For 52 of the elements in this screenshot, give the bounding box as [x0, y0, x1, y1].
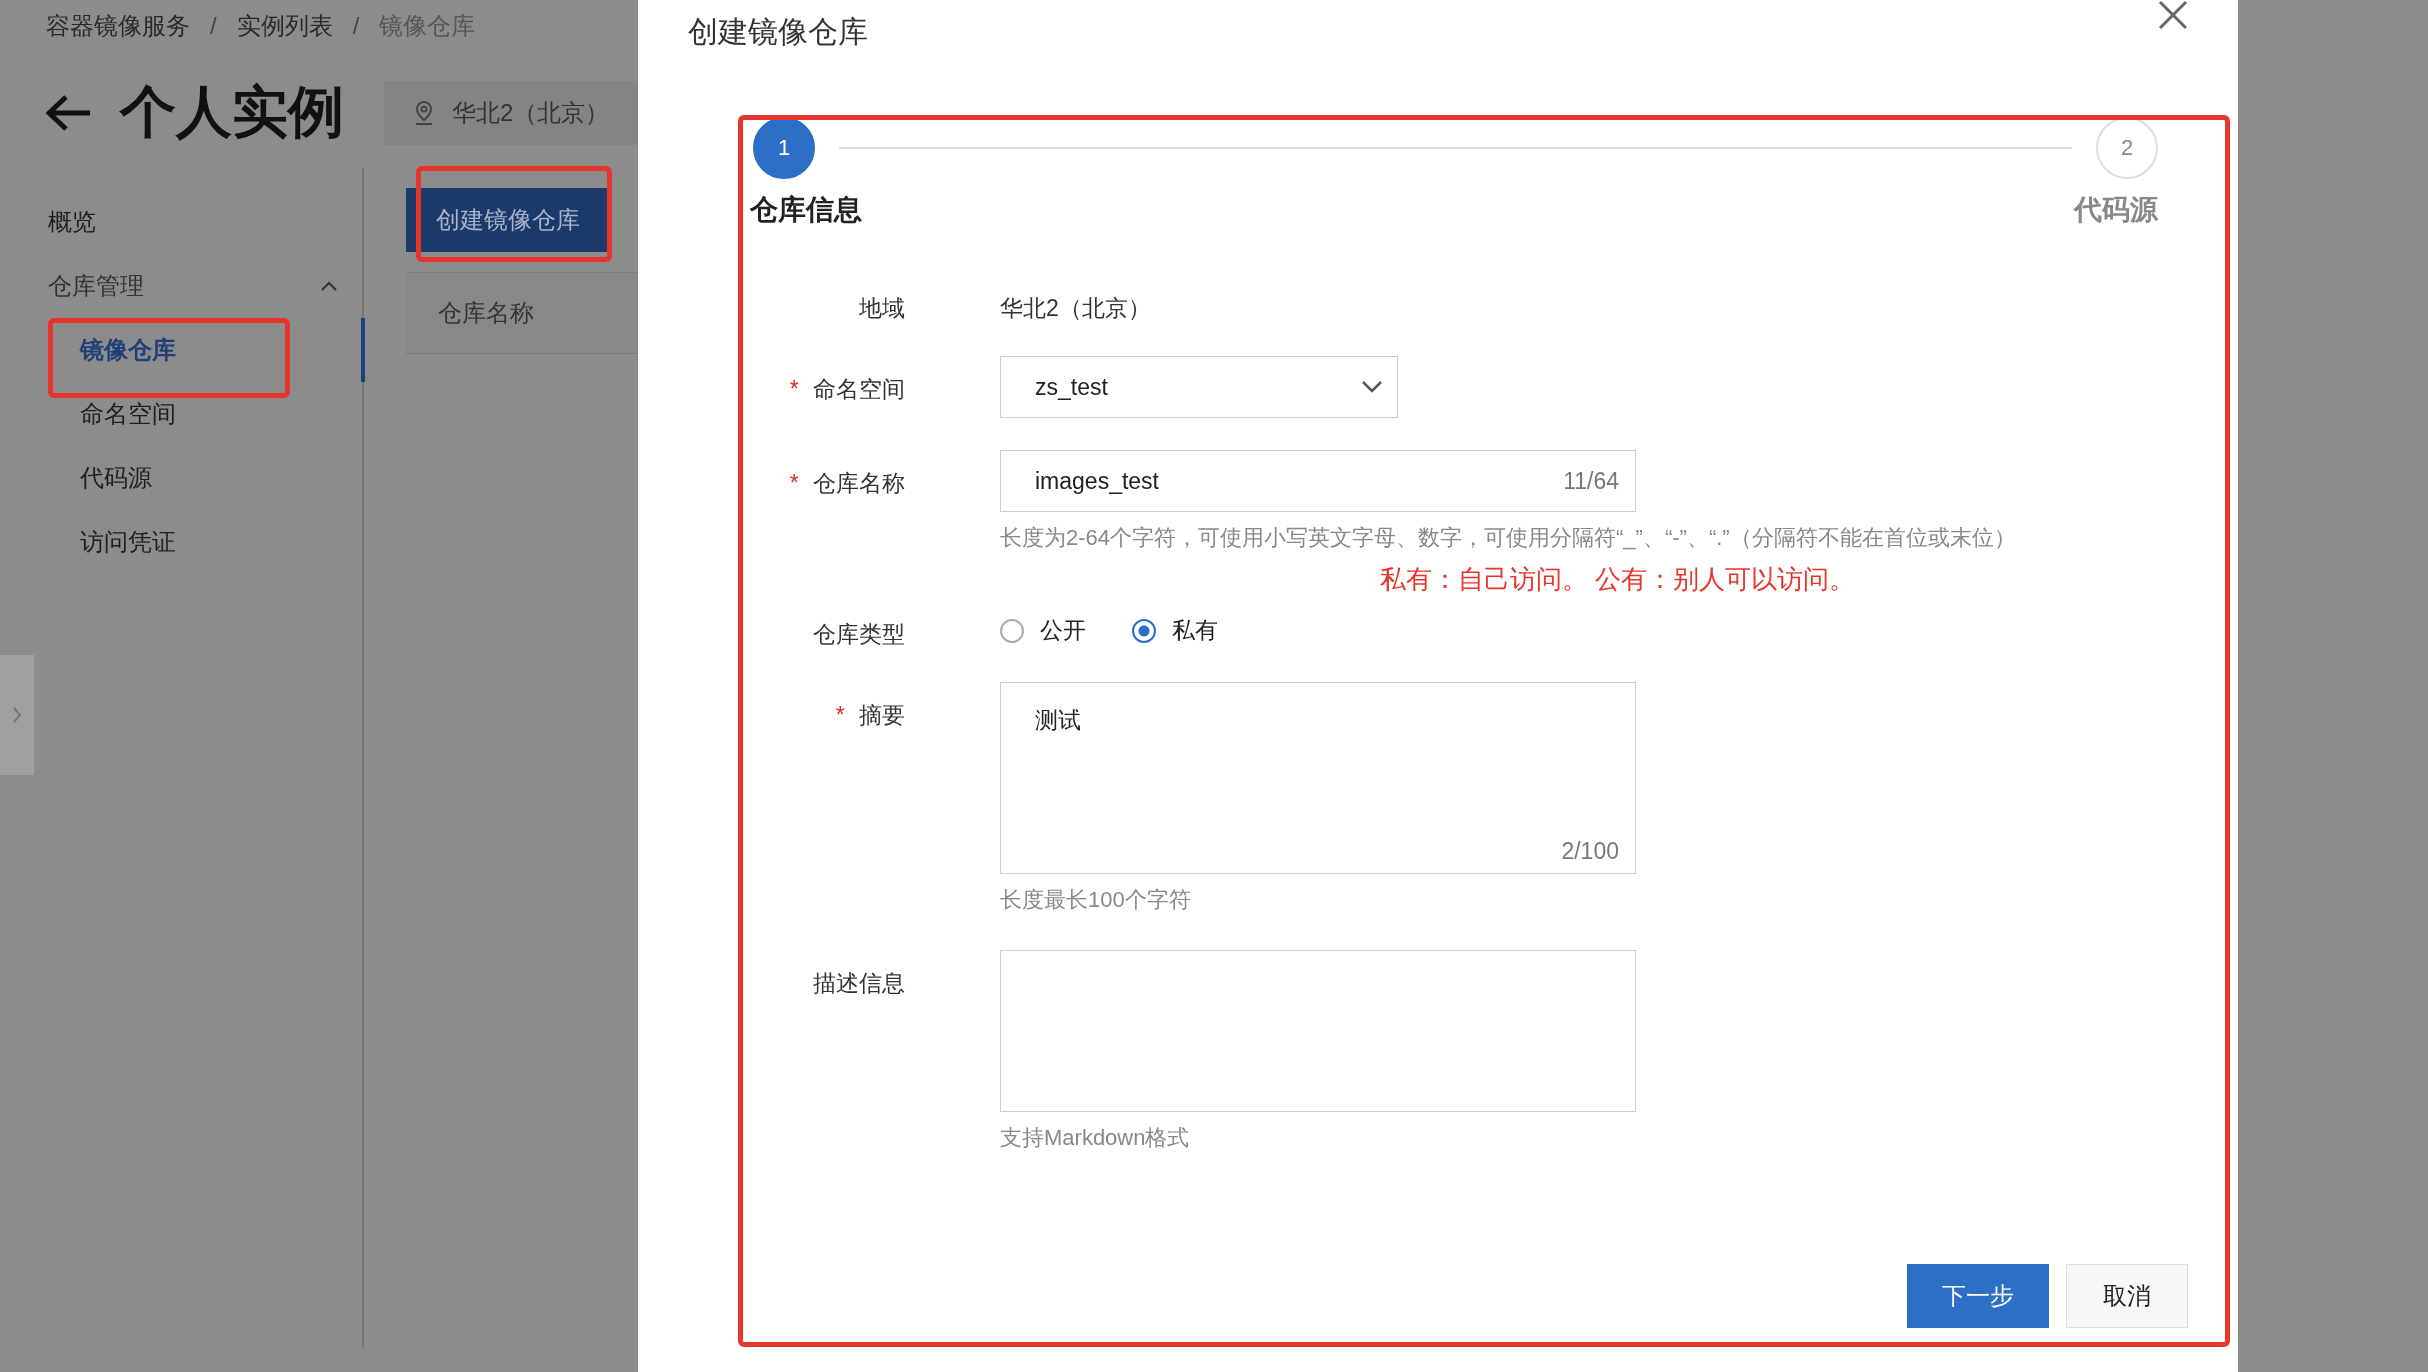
annotation-note: 私有：自己访问。 公有：别人可以访问。	[1380, 563, 1857, 596]
field-hint: 长度为2-64个字符，可使用小写英文字母、数字，可使用分隔符“_”、“-”、“.”（分隔符不能在首位或末位）	[1000, 524, 2017, 552]
field-hint: 长度最长100个字符	[1000, 886, 1192, 914]
radio-button[interactable]	[1000, 618, 1024, 643]
sidebar-item[interactable]: 命名空间	[0, 382, 362, 446]
dialog-title: 创建镜像仓库	[687, 14, 868, 50]
breadcrumb-link[interactable]: 容器镜像服务	[46, 10, 190, 42]
back-arrow-icon[interactable]	[46, 95, 92, 131]
field-value: 华北2（北京）	[1000, 294, 1151, 323]
breadcrumb-link[interactable]: 实例列表	[236, 10, 333, 42]
field-label: 摘要	[859, 702, 905, 728]
field-label: 命名空间	[813, 376, 905, 402]
field-hint: 支持Markdown格式	[1000, 1124, 1191, 1152]
field-label: 描述信息	[813, 970, 905, 996]
chevron-icon	[11, 705, 23, 725]
sidebar-group[interactable]: 仓库管理	[0, 254, 362, 318]
namespace-dropdown[interactable]: zs_test	[1000, 356, 1398, 418]
radio-button[interactable]	[1132, 618, 1156, 643]
field-label: 仓库名称	[813, 470, 905, 496]
sidebar-item[interactable]: 代码源	[0, 446, 362, 510]
breadcrumb-separator: /	[352, 12, 360, 40]
text-area[interactable]: 测试 2/100	[1000, 682, 1636, 874]
location-pin-icon	[414, 100, 434, 126]
step-number: 2	[2096, 117, 2158, 179]
close-icon[interactable]	[2158, 0, 2188, 30]
radio-option[interactable]: 私有	[1132, 615, 1218, 646]
sidebar-item[interactable]: 概览	[0, 190, 362, 254]
step-label: 仓库信息	[750, 193, 862, 227]
chevron-down-icon	[1361, 380, 1383, 394]
radio-label: 私有	[1172, 616, 1218, 645]
step-number: 1	[753, 117, 815, 179]
required-mark: *	[835, 702, 845, 728]
field-label: 地域	[859, 295, 905, 321]
create-repository-button[interactable]: 创建镜像仓库	[406, 188, 610, 252]
step-label: 代码源	[2074, 193, 2158, 227]
field-label: 仓库类型	[813, 621, 905, 647]
page-title: 个人实例	[120, 79, 344, 145]
column-header: 仓库名称	[438, 298, 534, 328]
sidebar-item[interactable]: 镜像仓库	[0, 318, 365, 382]
sidebar-item[interactable]: 访问凭证	[0, 510, 362, 574]
radio-label: 公开	[1040, 616, 1086, 645]
field-value: 测试	[1035, 707, 1081, 733]
breadcrumb-separator: /	[210, 12, 217, 40]
cancel-button[interactable]: 取消	[2066, 1264, 2188, 1328]
character-counter: 11/64	[1563, 467, 1619, 495]
sidebar-toggle[interactable]	[0, 655, 34, 775]
input-field[interactable]: images_test 11/64	[1000, 450, 1636, 512]
radio-option[interactable]: 公开	[1000, 615, 1086, 646]
required-mark: *	[789, 376, 799, 402]
required-mark: *	[789, 470, 799, 496]
character-counter: 2/100	[1561, 838, 1619, 865]
next-button[interactable]: 下一步	[1907, 1264, 2049, 1328]
